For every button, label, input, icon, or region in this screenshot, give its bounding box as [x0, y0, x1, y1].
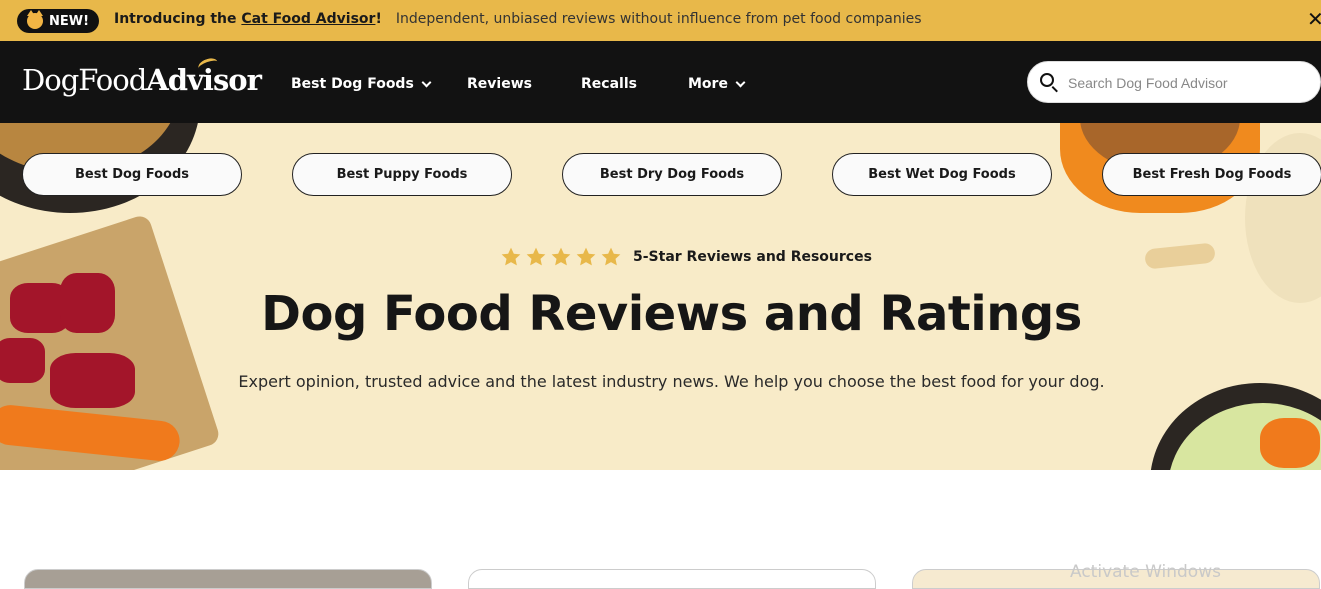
nav-item-label: Recalls	[581, 76, 637, 92]
rating-stars: 5-Star Reviews and Resources	[500, 246, 872, 268]
chevron-down-icon	[421, 77, 432, 87]
main-nav: DogFoodAdvisor Best Dog Foods Reviews Re…	[0, 41, 1321, 123]
cat-food-advisor-link[interactable]: Cat Food Advisor	[241, 11, 375, 27]
announcement-bang: !	[375, 11, 382, 27]
pill-best-dog-foods[interactable]: Best Dog Foods	[22, 153, 242, 196]
search-icon[interactable]	[1040, 73, 1054, 87]
nav-item-recalls[interactable]: Recalls	[581, 76, 637, 92]
star-icon	[601, 247, 621, 266]
nav-item-label: Reviews	[467, 76, 532, 92]
star-icon	[576, 247, 596, 266]
pill-best-wet-dog-foods[interactable]: Best Wet Dog Foods	[832, 153, 1052, 196]
nav-item-reviews[interactable]: Reviews	[467, 76, 532, 92]
search-input[interactable]	[1068, 72, 1308, 94]
announcement-text: Introducing the Cat Food Advisor! Indepen…	[114, 11, 922, 27]
announcement-bar: NEW! Introducing the Cat Food Advisor! In…	[0, 0, 1321, 41]
page-title: Dog Food Reviews and Ratings	[261, 286, 1082, 342]
pill-best-dry-dog-foods[interactable]: Best Dry Dog Foods	[562, 153, 782, 196]
chevron-down-icon	[735, 77, 746, 87]
pill-best-fresh-dog-foods[interactable]: Best Fresh Dog Foods	[1102, 153, 1321, 196]
nav-item-more[interactable]: More	[688, 76, 746, 92]
new-badge: NEW!	[17, 9, 100, 33]
new-badge-label: NEW!	[49, 13, 90, 29]
star-icon	[526, 247, 546, 266]
pill-best-puppy-foods[interactable]: Best Puppy Foods	[292, 153, 512, 196]
logo-text-main: DogFood	[22, 63, 147, 97]
site-logo[interactable]: DogFoodAdvisor	[22, 55, 262, 97]
announcement-subtext: Independent, unbiased reviews without in…	[395, 11, 922, 27]
windows-watermark: Activate Windows	[1070, 562, 1221, 582]
page-subtitle: Expert opinion, trusted advice and the l…	[238, 372, 1105, 391]
star-icons	[500, 246, 625, 268]
bone-treat-image	[1144, 242, 1216, 270]
hero-section: Best Dog Foods Best Puppy Foods Best Dry…	[0, 123, 1321, 470]
cat-icon	[27, 10, 43, 29]
nav-item-label: More	[688, 76, 728, 92]
content-card[interactable]	[24, 569, 432, 589]
close-icon[interactable]: ✕	[1307, 10, 1321, 30]
stars-label: 5-Star Reviews and Resources	[633, 249, 872, 265]
carrot-slices-image	[1260, 418, 1320, 468]
nav-item-label: Best Dog Foods	[291, 76, 414, 92]
search-box[interactable]	[1027, 61, 1321, 103]
announcement-intro: Introducing the	[114, 11, 242, 27]
nav-item-best-dog-foods[interactable]: Best Dog Foods	[291, 76, 432, 92]
content-card[interactable]	[468, 569, 876, 589]
star-icon	[551, 247, 571, 266]
star-icon	[501, 247, 521, 266]
